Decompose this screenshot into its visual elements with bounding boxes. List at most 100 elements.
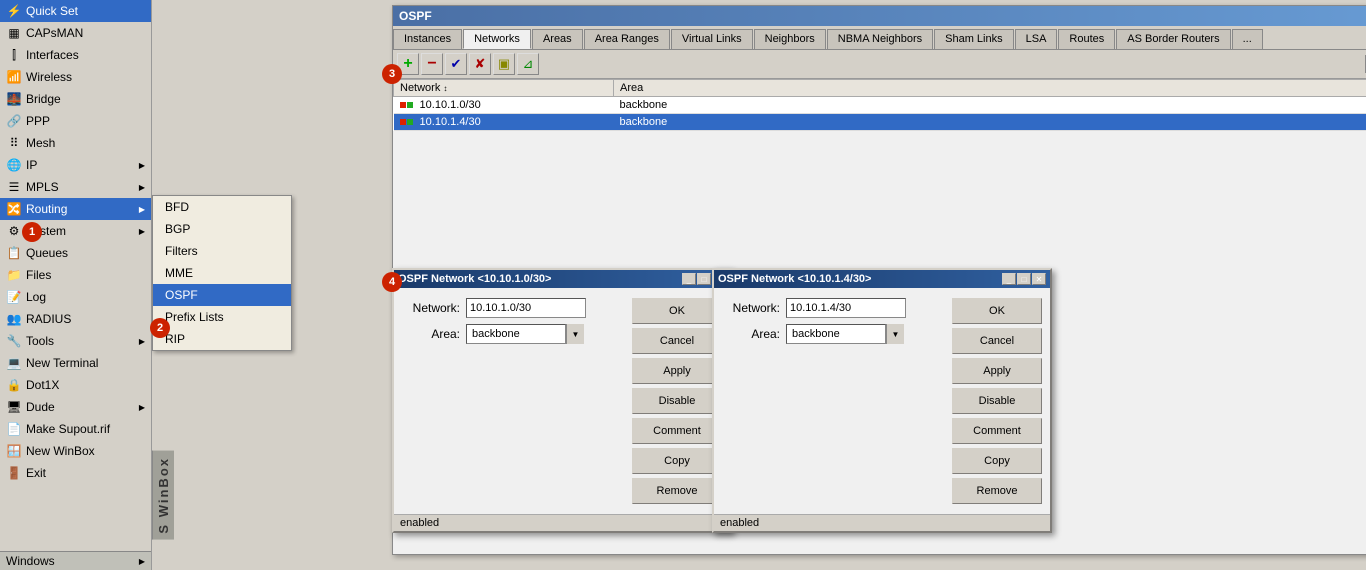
sidebar-item-capsman[interactable]: ▦ CAPsMAN (0, 22, 151, 44)
sidebar-item-wireless[interactable]: 📶 Wireless (0, 66, 151, 88)
dialog1-comment-button[interactable]: Comment (632, 418, 722, 444)
dialog1-minimize-button[interactable]: _ (682, 273, 696, 285)
dialog2-remove-button[interactable]: Remove (952, 478, 1042, 504)
filter-button[interactable]: ⊿ (517, 53, 539, 75)
dialog2-network-row: Network: (722, 298, 944, 318)
sidebar-item-routing[interactable]: 🔀 Routing ▶ (0, 198, 151, 220)
dot-red (400, 119, 406, 125)
dialog2-copy-button[interactable]: Copy (952, 448, 1042, 474)
sidebar-item-quick-set[interactable]: ⚡ Quick Set (0, 0, 151, 22)
dialog2-area-select[interactable]: backbone ▼ (786, 324, 904, 344)
sidebar-item-label: Quick Set (26, 4, 145, 18)
sidebar-item-label: CAPsMAN (26, 26, 145, 40)
submenu-item-mme[interactable]: MME (153, 262, 291, 284)
dialog2-titlebar: OSPF Network <10.10.1.4/30> _ □ ✕ (714, 270, 1050, 288)
sidebar-item-new-terminal[interactable]: 💻 New Terminal (0, 352, 151, 374)
sidebar-item-label: Make Supout.rif (26, 422, 145, 436)
sidebar-item-ip[interactable]: 🌐 IP ▶ (0, 154, 151, 176)
routing-submenu: BFD BGP Filters MME OSPF Prefix Lists RI… (152, 195, 292, 351)
sidebar-item-ppp[interactable]: 🔗 PPP (0, 110, 151, 132)
dialog2-network-label: Network: (722, 301, 780, 315)
sidebar-item-radius[interactable]: 👥 RADIUS (0, 308, 151, 330)
dialog2-maximize-button[interactable]: □ (1017, 273, 1031, 285)
dot-green (407, 119, 413, 125)
enable-button[interactable]: ✔ (445, 53, 467, 75)
tab-lsa[interactable]: LSA (1015, 29, 1058, 49)
sidebar: ⚡ Quick Set ▦ CAPsMAN ⫿ Interfaces 📶 Wir… (0, 0, 152, 570)
sidebar-item-mesh[interactable]: ⠿ Mesh (0, 132, 151, 154)
sidebar-item-bridge[interactable]: 🌉 Bridge (0, 88, 151, 110)
tab-networks[interactable]: Networks (463, 29, 531, 49)
sidebar-item-queues[interactable]: 📋 Queues (0, 242, 151, 264)
dialog1-maximize-button[interactable]: □ (697, 273, 711, 285)
sidebar-item-interfaces[interactable]: ⫿ Interfaces (0, 44, 151, 66)
badge-4: 4 (382, 272, 402, 292)
table-row[interactable]: 10.10.1.4/30 backbone (394, 114, 1366, 131)
new-terminal-icon: 💻 (6, 355, 22, 371)
dialog2-close-button[interactable]: ✕ (1032, 273, 1046, 285)
dialog1-ok-button[interactable]: OK (632, 298, 722, 324)
networks-table-container: Network ↕ Area ▼ (393, 79, 1366, 131)
dialog2-cancel-button[interactable]: Cancel (952, 328, 1042, 354)
col-header-area: Area ▼ (614, 80, 1366, 97)
tab-as-border-routers[interactable]: AS Border Routers (1116, 29, 1230, 49)
dude-icon: 🖥 (6, 399, 22, 415)
tab-area-ranges[interactable]: Area Ranges (584, 29, 670, 49)
disable-button[interactable]: ✘ (469, 53, 491, 75)
sidebar-item-label: Bridge (26, 92, 145, 106)
dot-red (400, 102, 406, 108)
sidebar-item-mpls[interactable]: ☰ MPLS ▶ (0, 176, 151, 198)
dialog1-area-dropdown-button[interactable]: ▼ (566, 324, 584, 344)
sidebar-item-make-supout[interactable]: 📄 Make Supout.rif (0, 418, 151, 440)
tab-nbma-neighbors[interactable]: NBMA Neighbors (827, 29, 933, 49)
sidebar-item-dot1x[interactable]: 🔒 Dot1X (0, 374, 151, 396)
sidebar-item-label: Exit (26, 466, 145, 480)
windows-item[interactable]: Windows ▶ (0, 551, 151, 570)
tools-arrow-icon: ▶ (139, 337, 145, 346)
dialog2-comment-button[interactable]: Comment (952, 418, 1042, 444)
dialog1-network-input[interactable] (466, 298, 586, 318)
submenu-item-filters[interactable]: Filters (153, 240, 291, 262)
sort-icon: ↕ (443, 84, 447, 93)
tab-neighbors[interactable]: Neighbors (754, 29, 826, 49)
tab-areas[interactable]: Areas (532, 29, 583, 49)
dialog1-copy-button[interactable]: Copy (632, 448, 722, 474)
dialog1-remove-button[interactable]: Remove (632, 478, 722, 504)
dialog1-area-select[interactable]: backbone ▼ (466, 324, 584, 344)
tab-more[interactable]: ... (1232, 29, 1263, 49)
sidebar-item-exit[interactable]: 🚪 Exit (0, 462, 151, 484)
submenu-item-prefix-lists[interactable]: Prefix Lists (153, 306, 291, 328)
tools-icon: 🔧 (6, 333, 22, 349)
submenu-item-rip[interactable]: RIP (153, 328, 291, 350)
tab-instances[interactable]: Instances (393, 29, 462, 49)
tab-sham-links[interactable]: Sham Links (934, 29, 1013, 49)
dialog1-disable-button[interactable]: Disable (632, 388, 722, 414)
dialog1-apply-button[interactable]: Apply (632, 358, 722, 384)
submenu-item-ospf[interactable]: OSPF (153, 284, 291, 306)
dialog2-network-input[interactable] (786, 298, 906, 318)
sidebar-item-log[interactable]: 📝 Log (0, 286, 151, 308)
settings-button[interactable]: ▣ (493, 53, 515, 75)
submenu-item-bfd[interactable]: BFD (153, 196, 291, 218)
dialog1-body: Network: Area: backbone ▼ OK (394, 288, 730, 514)
dialog2-minimize-button[interactable]: _ (1002, 273, 1016, 285)
sidebar-item-files[interactable]: 📁 Files (0, 264, 151, 286)
tab-routes[interactable]: Routes (1058, 29, 1115, 49)
bridge-icon: 🌉 (6, 91, 22, 107)
dialog2-apply-button[interactable]: Apply (952, 358, 1042, 384)
new-winbox-icon: 🪟 (6, 443, 22, 459)
dot-green (407, 102, 413, 108)
area-cell: backbone (614, 97, 1366, 114)
dialog1-cancel-button[interactable]: Cancel (632, 328, 722, 354)
table-row[interactable]: 10.10.1.0/30 backbone (394, 97, 1366, 114)
sidebar-item-label: IP (26, 158, 139, 172)
sidebar-item-new-winbox[interactable]: 🪟 New WinBox (0, 440, 151, 462)
dialog2-ok-button[interactable]: OK (952, 298, 1042, 324)
dialog2-area-dropdown-button[interactable]: ▼ (886, 324, 904, 344)
sidebar-item-tools[interactable]: 🔧 Tools ▶ (0, 330, 151, 352)
tab-virtual-links[interactable]: Virtual Links (671, 29, 753, 49)
remove-button[interactable]: − (421, 53, 443, 75)
sidebar-item-dude[interactable]: 🖥 Dude ▶ (0, 396, 151, 418)
submenu-item-bgp[interactable]: BGP (153, 218, 291, 240)
dialog2-disable-button[interactable]: Disable (952, 388, 1042, 414)
